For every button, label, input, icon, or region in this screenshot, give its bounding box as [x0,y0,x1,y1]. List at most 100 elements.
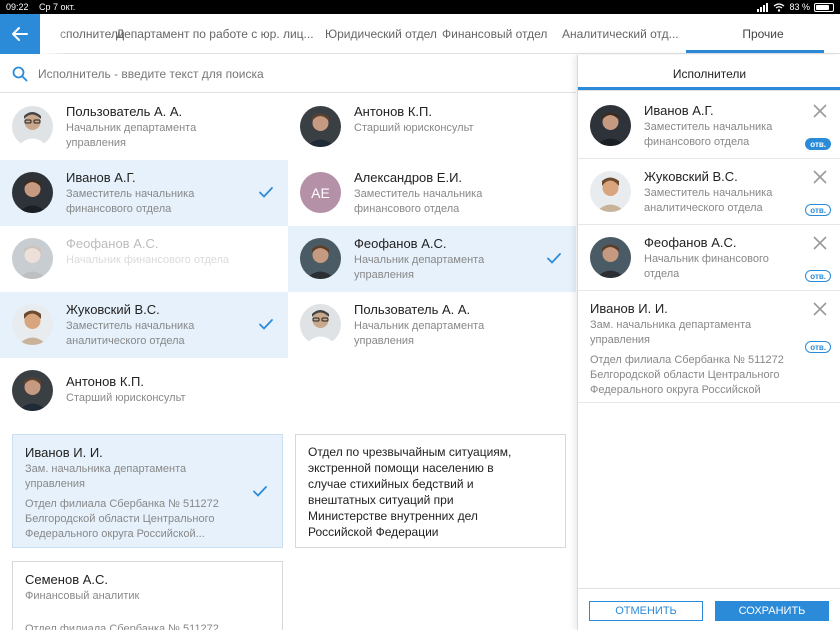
person-role: Начальник финансового отдела [66,254,230,266]
person-name: Александров Е.И. [354,170,463,185]
department-tabs: сполнители Департамент по работе с юр. л… [0,14,840,54]
checkmark-icon [253,486,267,497]
search-input[interactable] [38,64,538,84]
person-role: Финансовый аналитик [25,590,140,602]
arrow-left-icon [12,27,28,41]
close-icon[interactable] [813,236,827,250]
person-name: Жуковский В.С. [66,302,160,317]
person-role: Заместитель начальника аналитического от… [644,187,773,214]
person-organization: Отдел филиала Сбербанка № 511272 Белгоро… [590,354,784,396]
person-name: Семенов А.С. [25,572,108,587]
person-name: Иванов И. И. [590,301,668,316]
status-time: 09:22 [6,2,29,12]
person-card[interactable]: Иванов А.Г. Заместитель начальника финан… [0,160,288,226]
avatar [300,106,341,147]
panel-title: Исполнители [672,67,747,81]
person-role: Зам. начальника департамента управления [25,463,187,490]
tab-other-label: Прочие [742,27,784,41]
responsible-badge[interactable]: отв. [805,204,831,216]
tab-other[interactable]: Прочие [686,14,840,54]
avatar [12,172,53,213]
person-role: Заместитель начальника финансового отдел… [644,121,773,148]
status-date: Ср 7 окт. [39,2,76,12]
unit-card[interactable]: Семенов А.С. Финансовый аналитик Отдел ф… [12,561,283,630]
executors-panel: Исполнители Иванов А.Г. Заместитель нача… [577,55,840,630]
back-button[interactable] [0,14,40,54]
person-organization: Отдел филиала Сбербанка № 511272 [25,623,219,630]
responsible-badge[interactable]: отв. [805,138,831,150]
person-card[interactable]: Жуковский В.С. Заместитель начальника ан… [0,292,288,358]
person-card[interactable]: Антонов К.П. Старший юрисконсульт [288,94,576,160]
person-role: Заместитель начальника финансового отдел… [66,188,195,215]
person-role: Начальник департамента управления [66,122,197,149]
tab-legal-entities-dept[interactable]: Департамент по работе с юр. лиц... [116,27,314,41]
panel-header-bar [578,87,840,90]
battery-percent: 83 % [789,2,810,12]
unit-card[interactable]: Иванов И. И. Зам. начальника департамент… [12,434,283,548]
person-name: Антонов К.П. [354,104,432,119]
selected-executor[interactable]: Феофанов А.С. Начальник финансового отде… [578,225,840,291]
tab-strip[interactable]: сполнители Департамент по работе с юр. л… [40,14,686,54]
person-name: Пользователь А. А. [354,302,471,317]
battery-icon [814,2,834,12]
person-name: Иванов И. И. [25,445,103,460]
person-card[interactable]: АЕ Александров Е.И. Заместитель начальни… [288,160,576,226]
wifi-icon [774,2,785,12]
person-name: Пользователь А. А. [66,104,183,119]
avatar [300,238,341,279]
avatar [300,304,341,345]
tab-finance-dept[interactable]: Финансовый отдел [442,27,547,41]
cancel-button[interactable]: ОТМЕНИТЬ [589,601,703,621]
person-role: Начальник департамента управления [354,254,485,281]
person-name: Феофанов А.С. [354,236,447,251]
department-card[interactable]: Отдел по чрезвычайным ситуациям, экстрен… [295,434,566,548]
active-tab-indicator [686,50,824,53]
person-card[interactable]: Феофанов А.С. Начальник департамента упр… [288,226,576,292]
person-card[interactable]: Пользователь А. А. Начальник департамент… [0,94,288,160]
responsible-badge[interactable]: отв. [805,341,831,353]
avatar-initials: АЕ [300,172,341,213]
person-role: Начальник департамента управления [354,320,485,347]
search-bar [0,55,576,93]
avatar [590,237,631,278]
avatar [12,106,53,147]
person-role: Начальник финансового отдела [644,253,769,280]
person-name: Иванов А.Г. [644,103,714,118]
checkmark-icon [259,187,273,198]
avatar [12,304,53,345]
close-icon[interactable] [813,302,827,316]
avatar [12,238,53,279]
person-name: Жуковский В.С. [644,169,738,184]
close-icon[interactable] [813,104,827,118]
person-role: Заместитель начальника финансового отдел… [354,188,483,215]
person-role: Старший юрисконсульт [66,392,186,404]
person-role: Зам. начальника департамента управления [590,319,752,346]
close-icon[interactable] [813,170,827,184]
selected-executor[interactable]: Иванов А.Г. Заместитель начальника финан… [578,93,840,159]
tab-fade [40,14,70,54]
tab-legal-dept[interactable]: Юридический отдел [325,27,437,41]
signal-icon [757,2,769,12]
save-button[interactable]: СОХРАНИТЬ [715,601,829,621]
person-name: Феофанов А.С. [66,236,159,251]
checkmark-icon [259,319,273,330]
avatar [590,105,631,146]
person-role: Заместитель начальника аналитического от… [66,320,195,347]
responsible-badge[interactable]: отв. [805,270,831,282]
person-organization: Отдел филиала Сбербанка № 511272 Белгоро… [25,498,219,540]
panel-footer: ОТМЕНИТЬ СОХРАНИТЬ [578,588,840,630]
avatar [590,171,631,212]
status-bar: 09:22 Ср 7 окт. 83 % [0,0,840,14]
selected-executor[interactable]: Жуковский В.С. Заместитель начальника ан… [578,159,840,225]
person-card[interactable]: Антонов К.П. Старший юрисконсульт [0,358,288,418]
selected-executor[interactable]: Иванов И. И. Зам. начальника департамент… [578,291,840,403]
avatar [12,370,53,411]
person-name: Антонов К.П. [66,374,144,389]
person-card: Феофанов А.С. Начальник финансового отде… [0,226,288,292]
tab-analytics-dept[interactable]: Аналитический отд... [562,27,679,41]
panel-header: Исполнители [578,55,840,91]
checkmark-icon [547,253,561,264]
person-card[interactable]: Пользователь А. А. Начальник департамент… [288,292,576,358]
person-name: Феофанов А.С. [644,235,737,250]
department-name: Отдел по чрезвычайным ситуациям, экстрен… [308,445,512,539]
